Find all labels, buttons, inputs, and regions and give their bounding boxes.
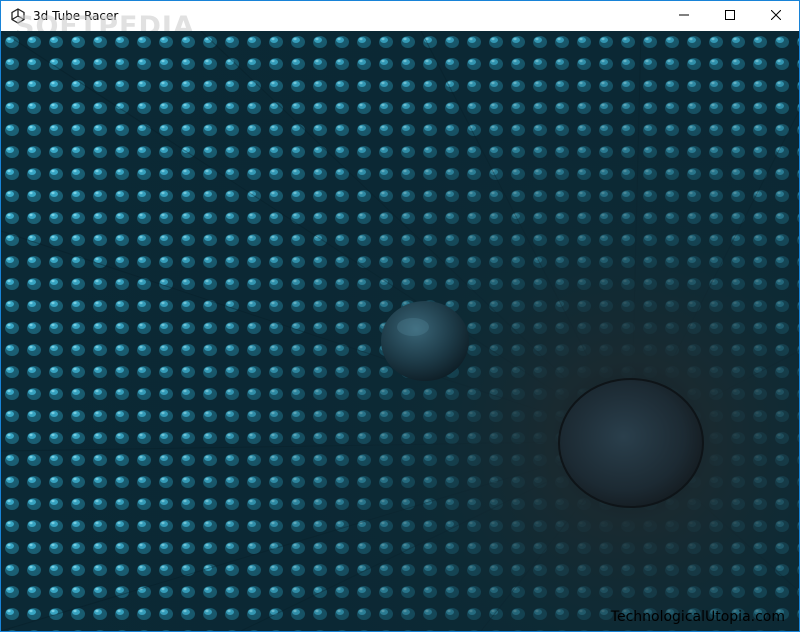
ball-highlight (397, 318, 429, 336)
tunnel-end (558, 378, 704, 508)
window-title: 3d Tube Racer (33, 9, 119, 23)
close-button[interactable] (753, 1, 799, 31)
maximize-button[interactable] (707, 1, 753, 31)
close-icon (770, 7, 782, 25)
game-viewport[interactable]: TechnologicalUtopia.com (1, 31, 799, 631)
minimize-icon (679, 7, 689, 25)
credit-text: TechnologicalUtopia.com (610, 609, 785, 625)
minimize-button[interactable] (661, 1, 707, 31)
game-window: 3d Tube Racer SOFTPEDIA TechnologicalUto… (0, 0, 800, 632)
tube-scene (1, 31, 799, 631)
maximize-icon (725, 7, 735, 25)
player-ball (381, 301, 469, 381)
caption-controls (661, 1, 799, 31)
unity-logo-icon (10, 8, 26, 24)
